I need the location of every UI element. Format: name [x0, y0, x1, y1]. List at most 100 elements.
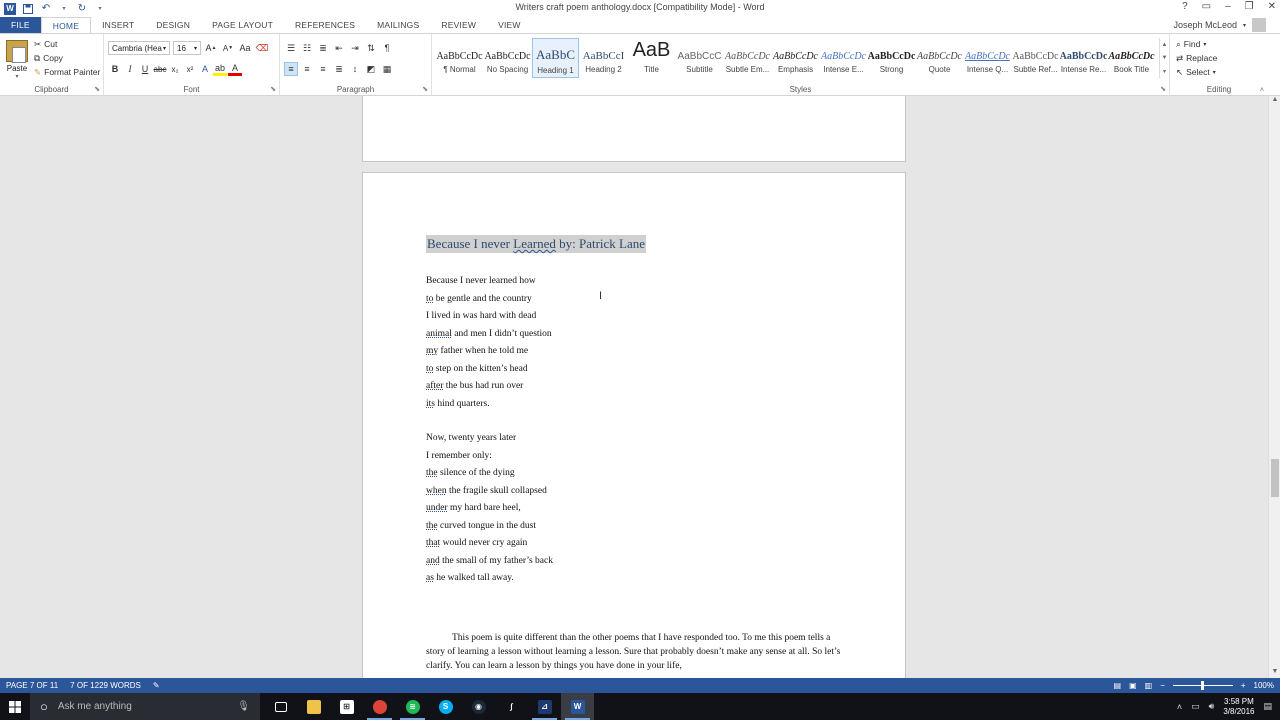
- tab-view[interactable]: VIEW: [487, 17, 532, 33]
- more-icon[interactable]: ▾: [1163, 68, 1166, 75]
- tab-file[interactable]: FILE: [0, 17, 41, 33]
- style-item[interactable]: AaBbCcDc Subtle Em...: [724, 38, 771, 78]
- minimize-button[interactable]: –: [1225, 1, 1231, 12]
- highlighter-icon[interactable]: ab: [213, 62, 227, 76]
- video-editor-icon[interactable]: ⊿: [528, 693, 561, 720]
- zoom-in-icon[interactable]: +: [1241, 681, 1246, 690]
- bold-button[interactable]: B: [108, 62, 122, 76]
- tab-references[interactable]: REFERENCES: [284, 17, 366, 33]
- show-formatting-icon[interactable]: ¶: [380, 41, 394, 55]
- tab-insert[interactable]: INSERT: [91, 17, 145, 33]
- document-area[interactable]: Because I never Learned by: Patrick Lane…: [0, 96, 1268, 678]
- align-right-icon[interactable]: ≡: [316, 62, 330, 76]
- zoom-level[interactable]: 100%: [1254, 681, 1274, 690]
- style-item[interactable]: AaBbCcDc Strong: [868, 38, 915, 78]
- notifications-icon[interactable]: ▤: [1263, 701, 1272, 712]
- avatar[interactable]: [1252, 18, 1266, 32]
- response-paragraph[interactable]: This poem is quite different than the ot…: [426, 631, 846, 673]
- search-box[interactable]: ○ Ask me anything 🎙︎: [30, 693, 260, 720]
- skype-icon[interactable]: S: [429, 693, 462, 720]
- style-item[interactable]: AaBbCcC Subtitle: [676, 38, 723, 78]
- tab-home[interactable]: HOME: [40, 17, 92, 33]
- stanza-1[interactable]: Because I never learned how to be gentle …: [426, 273, 552, 413]
- select-button[interactable]: ↖ Select ▾: [1176, 65, 1217, 79]
- tab-page-layout[interactable]: PAGE LAYOUT: [201, 17, 284, 33]
- paste-button[interactable]: Paste ▾: [4, 36, 30, 80]
- dialog-launcher-icon[interactable]: ⬊: [1160, 85, 1166, 93]
- proofing-icon[interactable]: ✎: [147, 681, 166, 690]
- font-name-combo[interactable]: Cambria (Hea ▾: [108, 41, 170, 55]
- style-item[interactable]: AaBbCcDc No Spacing: [484, 38, 531, 78]
- print-layout-icon[interactable]: ▣: [1129, 681, 1137, 690]
- dialog-launcher-icon[interactable]: ⬊: [270, 85, 276, 93]
- word-count[interactable]: 7 OF 1229 WORDS: [64, 681, 147, 690]
- justify-icon[interactable]: ≣: [332, 62, 346, 76]
- borders-icon[interactable]: ▦: [380, 62, 394, 76]
- pen-app-icon[interactable]: ∫: [495, 693, 528, 720]
- sort-icon[interactable]: ⇅: [364, 41, 378, 55]
- scroll-down-icon[interactable]: ▼: [1269, 668, 1280, 678]
- file-explorer-icon[interactable]: [297, 693, 330, 720]
- underline-button[interactable]: U: [138, 62, 152, 76]
- format-painter-button[interactable]: ✎ Format Painter: [34, 65, 100, 79]
- chevron-up-icon[interactable]: ▲: [1162, 42, 1168, 48]
- page-current[interactable]: Because I never Learned by: Patrick Lane…: [362, 172, 906, 678]
- network-icon[interactable]: ▭: [1191, 701, 1200, 712]
- font-size-combo[interactable]: 16 ▾: [173, 41, 201, 55]
- increase-indent-icon[interactable]: ⇥: [348, 41, 362, 55]
- ribbon-display-options-icon[interactable]: ▭: [1202, 1, 1211, 12]
- read-mode-icon[interactable]: ▤: [1114, 681, 1122, 690]
- decrease-indent-icon[interactable]: ⇤: [332, 41, 346, 55]
- stanza-2[interactable]: Now, twenty years later I remember only: t…: [426, 430, 553, 588]
- numbering-icon[interactable]: ☷: [300, 41, 314, 55]
- shading-icon[interactable]: ◩: [364, 62, 378, 76]
- scroll-up-icon[interactable]: ▲: [1269, 96, 1280, 106]
- zoom-slider-knob[interactable]: [1200, 681, 1204, 690]
- store-icon[interactable]: ⊞: [330, 693, 363, 720]
- style-item[interactable]: AaBbCcI Heading 2: [580, 38, 627, 78]
- styles-gallery-scroll[interactable]: ▲ ▼ ▾: [1159, 38, 1169, 78]
- cut-button[interactable]: ✂ Cut: [34, 37, 100, 51]
- chevron-down-icon[interactable]: ▼: [1162, 55, 1168, 61]
- text-effects-icon[interactable]: A: [198, 62, 212, 76]
- align-center-icon[interactable]: ≡: [300, 62, 314, 76]
- grow-font-icon[interactable]: A ▲: [204, 41, 218, 55]
- volume-icon[interactable]: 🔊︎: [1209, 701, 1215, 712]
- find-button[interactable]: ⌕ Find ▾: [1176, 37, 1217, 51]
- italic-button[interactable]: I: [123, 62, 137, 76]
- style-item[interactable]: AaBbC Heading 1: [532, 38, 579, 78]
- align-left-icon[interactable]: ≡: [284, 62, 298, 76]
- clock[interactable]: 3:58 PM 3/8/2016: [1223, 697, 1254, 717]
- microphone-icon[interactable]: 🎙︎: [237, 701, 250, 712]
- style-item[interactable]: AaBbCcDc Subtle Ref...: [1012, 38, 1059, 78]
- clear-formatting-icon[interactable]: ⌫: [255, 41, 269, 55]
- subscript-icon[interactable]: x₂: [168, 62, 182, 76]
- web-layout-icon[interactable]: ▥: [1145, 681, 1153, 690]
- zoom-slider[interactable]: [1172, 681, 1233, 690]
- account-area[interactable]: Joseph McLeod ▾: [1173, 18, 1266, 32]
- style-item[interactable]: AaBbCcDc Intense Q...: [964, 38, 1011, 78]
- help-button[interactable]: ?: [1182, 1, 1188, 12]
- style-item[interactable]: AaBbCcDc Emphasis: [772, 38, 819, 78]
- style-item[interactable]: AaBbCcDc Intense E...: [820, 38, 867, 78]
- style-item[interactable]: AaBbCcDc Quote: [916, 38, 963, 78]
- style-item[interactable]: AaBbCcDc ¶ Normal: [436, 38, 483, 78]
- multilevel-list-icon[interactable]: ≣: [316, 41, 330, 55]
- tab-mailings[interactable]: MAILINGS: [366, 17, 430, 33]
- copy-button[interactable]: ⧉ Copy: [34, 51, 100, 65]
- bullets-icon[interactable]: ☰: [284, 41, 298, 55]
- word-taskbar-icon[interactable]: W: [561, 693, 594, 720]
- page-count[interactable]: PAGE 7 OF 11: [0, 681, 64, 690]
- chevron-up-icon[interactable]: ˄: [1177, 702, 1182, 712]
- change-case-icon[interactable]: Aa: [238, 41, 252, 55]
- tab-review[interactable]: REVIEW: [430, 17, 487, 33]
- line-spacing-icon[interactable]: ↕: [348, 62, 362, 76]
- collapse-ribbon-icon[interactable]: ˄: [1260, 87, 1264, 94]
- replace-button[interactable]: ⇄ Replace: [1176, 51, 1217, 65]
- scroll-thumb[interactable]: [1271, 459, 1279, 497]
- task-view-icon[interactable]: [264, 693, 297, 720]
- close-button[interactable]: ✕: [1268, 1, 1276, 12]
- steam-icon[interactable]: ◉: [462, 693, 495, 720]
- dialog-launcher-icon[interactable]: ⬊: [94, 85, 100, 93]
- start-button[interactable]: [0, 693, 30, 720]
